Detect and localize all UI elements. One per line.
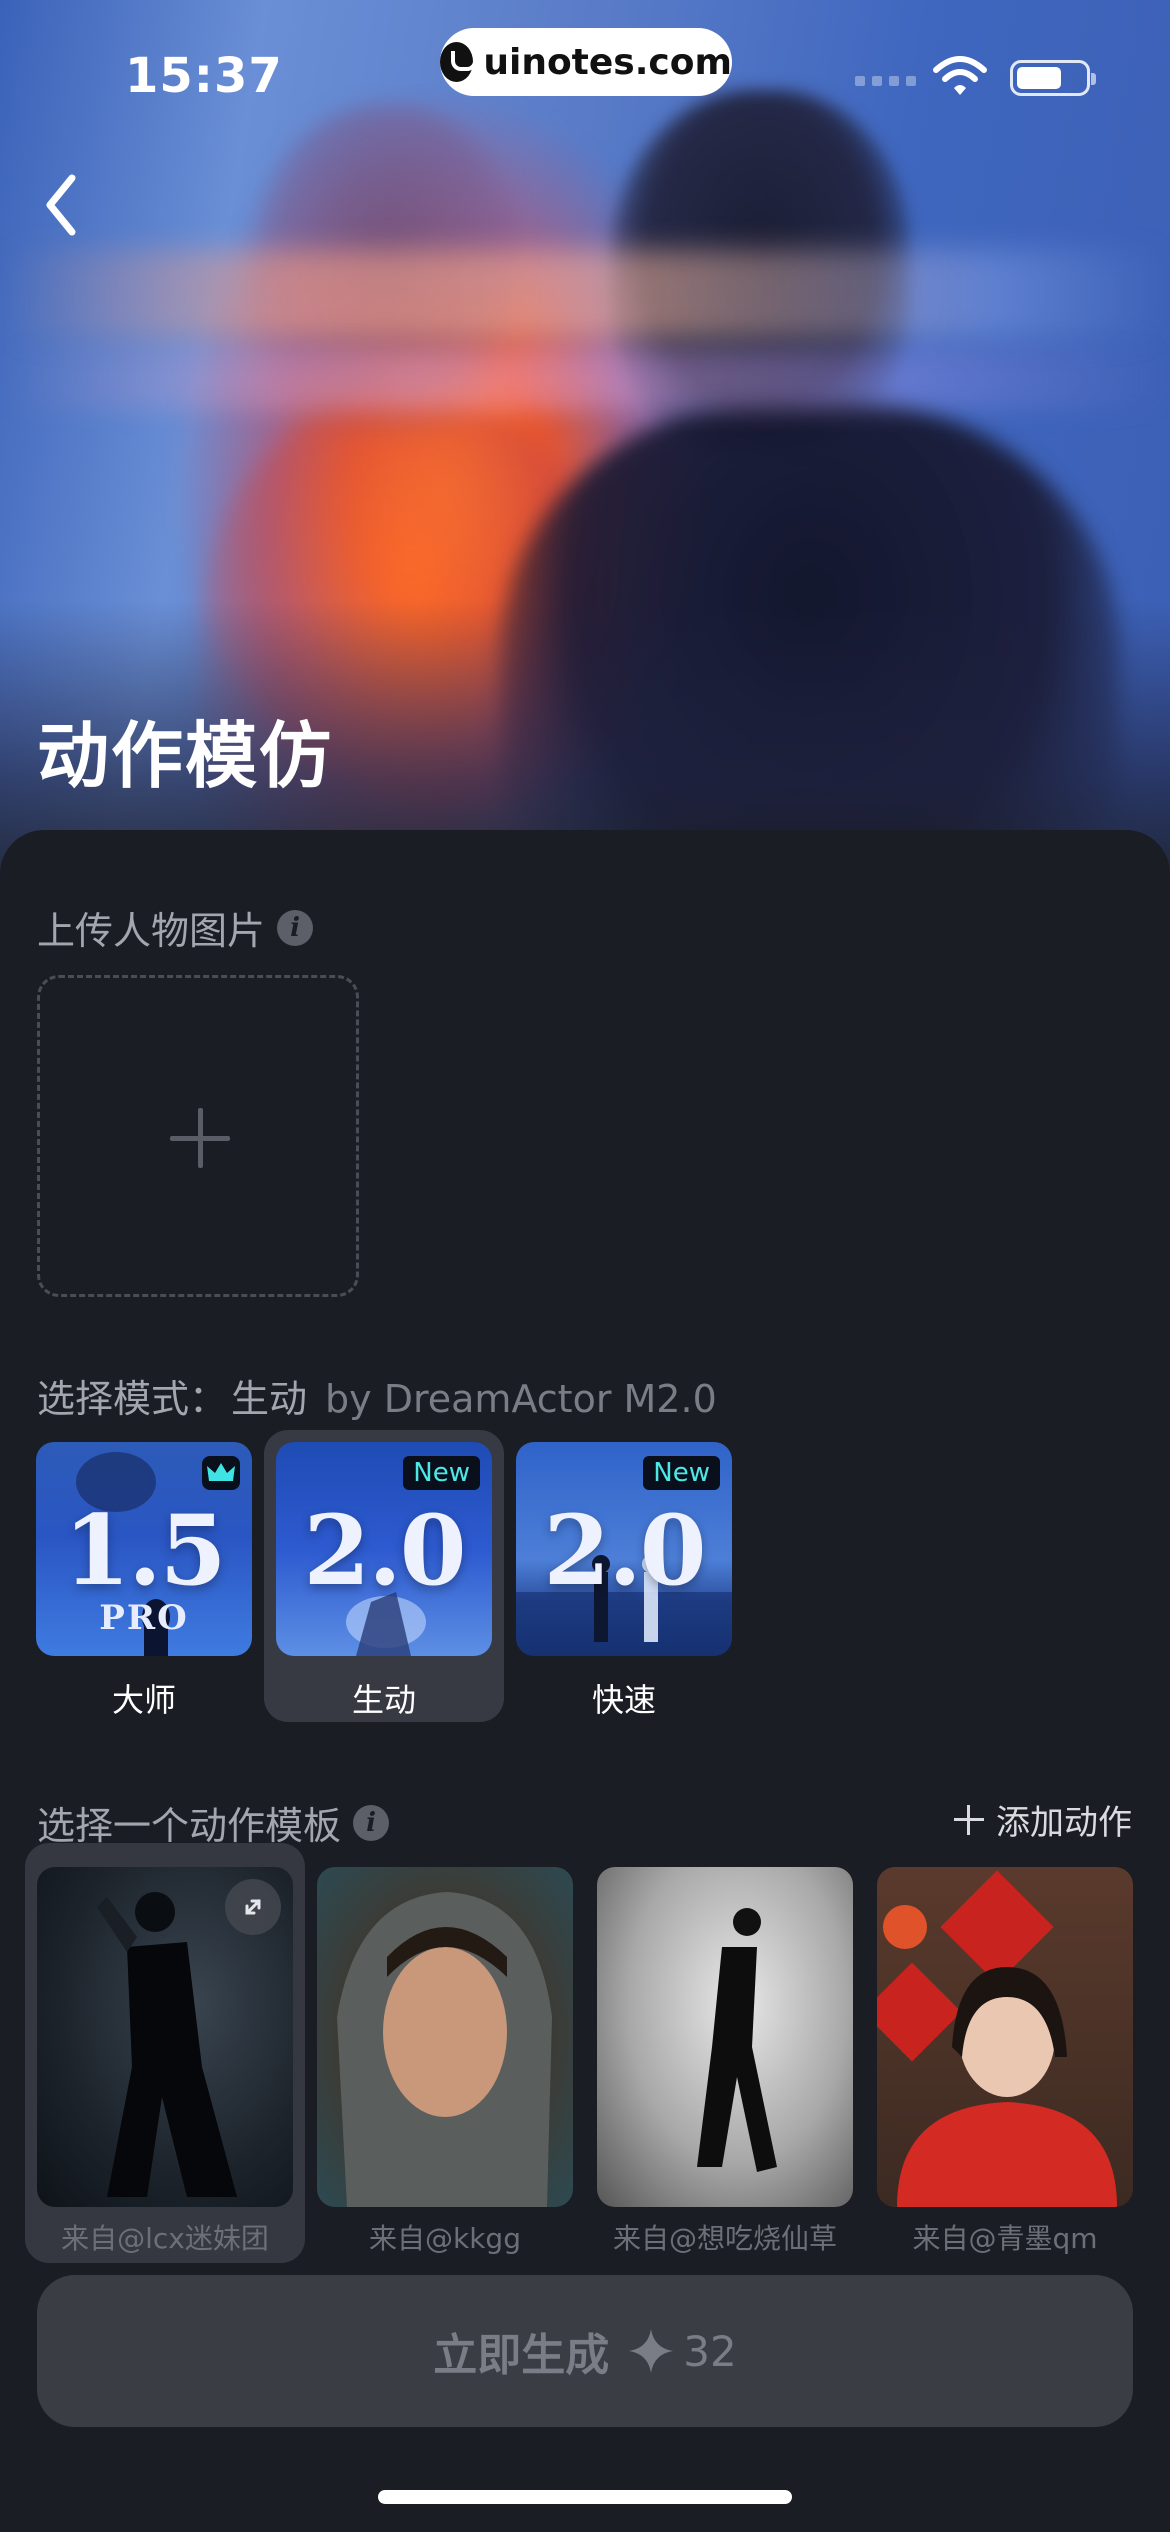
mode-option-master[interactable]: 1.5 PRO 大师 xyxy=(24,1430,264,1722)
generate-cost: 32 xyxy=(683,2326,737,2376)
template-caption: 来自@青墨qm xyxy=(912,2222,1098,2255)
watermark: uinotes.com xyxy=(440,28,732,96)
template-card[interactable]: 来自@青墨qm xyxy=(877,1855,1157,2255)
watermark-text: uinotes.com xyxy=(483,41,732,83)
mode-label: 快速 xyxy=(591,1681,656,1719)
new-badge: New xyxy=(403,1456,480,1490)
plus-icon xyxy=(170,1108,230,1168)
wifi-icon xyxy=(933,56,987,95)
plus-icon xyxy=(954,1804,984,1835)
template-image xyxy=(37,1867,293,2207)
mode-thumbnail: 2.0 New xyxy=(276,1442,492,1656)
battery-icon xyxy=(1010,60,1096,96)
mode-thumbnail: 2.0 New xyxy=(516,1442,732,1656)
template-image xyxy=(877,1867,1133,2207)
info-icon[interactable]: i xyxy=(277,909,314,946)
home-indicator xyxy=(378,2490,792,2504)
cellular-signal-icon xyxy=(855,76,916,86)
template-image xyxy=(317,1867,573,2207)
expand-icon[interactable] xyxy=(225,1879,281,1935)
info-icon[interactable]: i xyxy=(353,1804,390,1841)
generate-button[interactable]: 立即生成 32 xyxy=(37,2275,1133,2427)
sparkle-icon xyxy=(629,2329,674,2373)
template-caption: 来自@kkgg xyxy=(369,2222,521,2255)
crown-icon xyxy=(202,1456,240,1490)
mode-option-vivid[interactable]: 2.0 New 生动 xyxy=(264,1430,504,1722)
new-badge: New xyxy=(643,1456,720,1490)
template-heading: 选择一个动作模板 i xyxy=(37,1795,390,1850)
template-card[interactable]: 来自@想吃烧仙草 xyxy=(597,1855,877,2255)
status-time: 15:37 xyxy=(125,48,283,104)
watermark-logo-icon xyxy=(440,42,478,82)
template-card[interactable]: 来自@kkgg xyxy=(317,1855,597,2255)
upload-photo-box[interactable] xyxy=(37,975,359,1297)
template-card[interactable]: 来自@lcx迷妹团 xyxy=(25,1843,317,2263)
template-caption: 来自@lcx迷妹团 xyxy=(61,2222,269,2255)
mode-label: 大师 xyxy=(111,1681,176,1719)
page-title: 动作模仿 xyxy=(37,714,334,798)
mode-thumbnail: 1.5 PRO xyxy=(36,1442,252,1656)
add-action-button[interactable]: 添加动作 xyxy=(954,1795,1132,1844)
template-caption: 来自@想吃烧仙草 xyxy=(612,2222,837,2255)
template-image xyxy=(597,1867,853,2207)
upload-label: 上传人物图片 i xyxy=(37,900,314,955)
mode-label: 生动 xyxy=(351,1681,416,1719)
mode-option-fast[interactable]: 2.0 New 快速 xyxy=(504,1430,744,1722)
generate-label: 立即生成 xyxy=(433,2330,610,2381)
mode-heading: 选择模式： 生动 by DreamActor M2.0 xyxy=(37,1377,717,1421)
back-button[interactable] xyxy=(40,170,100,240)
